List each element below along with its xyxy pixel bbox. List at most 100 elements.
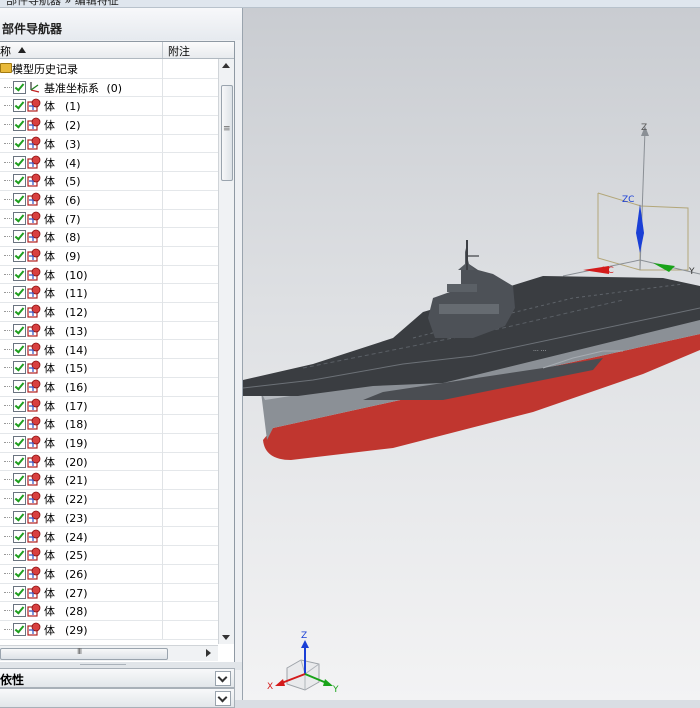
tree-node-body[interactable]: 体 (7) — [0, 208, 218, 229]
tree-node-body[interactable]: 体 (25) — [0, 545, 218, 565]
tree-node-model-history[interactable]: 模型历史记录 — [0, 59, 218, 79]
solid-body-icon — [27, 267, 41, 281]
visibility-checkbox[interactable] — [13, 585, 26, 599]
vertical-scroll-thumb[interactable] — [221, 85, 233, 181]
visibility-checkbox[interactable] — [13, 566, 26, 580]
scroll-right-arrow-icon[interactable] — [206, 649, 211, 657]
visibility-checkbox[interactable] — [13, 510, 26, 524]
visibility-checkbox[interactable] — [13, 249, 26, 262]
tree-node-index: (25) — [65, 549, 88, 563]
visibility-checkbox[interactable] — [13, 529, 26, 543]
tree-node-index: (23) — [65, 511, 88, 525]
column-notes-header[interactable]: 附注 — [168, 43, 190, 59]
visibility-checkbox[interactable] — [13, 379, 26, 393]
tree-node-label: 体 — [44, 549, 55, 563]
tree-node-body[interactable]: 体 (8) — [0, 227, 218, 247]
graphics-viewport[interactable]: Z ZC XC Y ··· ··· Z X Y — [243, 8, 700, 700]
tree-node-body[interactable]: 体 (12) — [0, 302, 218, 322]
view-triad[interactable]: Z X Y — [267, 631, 339, 695]
tree-node-body[interactable]: 体 (24) — [0, 526, 218, 547]
column-name-header[interactable]: 称 — [0, 42, 163, 58]
tree-node-index: (15) — [65, 362, 88, 376]
tree-node-label: 体 — [44, 624, 55, 637]
tree-node-body[interactable]: 体 (5) — [0, 171, 218, 191]
visibility-checkbox[interactable] — [13, 211, 26, 225]
visibility-checkbox[interactable] — [13, 398, 26, 412]
tree-node-body[interactable]: 体 (22) — [0, 489, 218, 509]
tree-node-body[interactable]: 体 (2) — [0, 115, 218, 135]
tree-node-body[interactable]: 体 (14) — [0, 339, 218, 360]
visibility-checkbox[interactable] — [13, 99, 26, 113]
visibility-checkbox[interactable] — [13, 305, 26, 319]
scroll-up-arrow-icon[interactable] — [222, 63, 230, 68]
visibility-checkbox[interactable] — [13, 174, 26, 188]
tree-node-body[interactable]: 体 (27) — [0, 582, 218, 603]
visibility-checkbox[interactable] — [13, 286, 26, 300]
tree-node-body[interactable]: 体 (18) — [0, 414, 218, 434]
visibility-checkbox[interactable] — [13, 548, 26, 562]
aircraft-carrier-model[interactable]: ··· ··· — [243, 240, 700, 460]
chevron-down-icon[interactable] — [215, 671, 231, 686]
visibility-checkbox[interactable] — [13, 342, 26, 356]
tree-node-index: (24) — [65, 530, 88, 544]
tree-node-body[interactable]: 体 (20) — [0, 451, 218, 472]
scroll-down-arrow-icon[interactable] — [222, 635, 230, 640]
tree-node-body[interactable]: 体 (10) — [0, 264, 218, 285]
solid-body-icon — [27, 192, 41, 206]
tree-node-body[interactable]: 体 (19) — [0, 433, 218, 453]
chevron-down-icon[interactable] — [215, 691, 231, 706]
tree-node-body[interactable]: 体 (26) — [0, 563, 218, 584]
title-bar: 部件导航器 » 编辑特征 — [0, 0, 700, 8]
tree-node-body[interactable]: 体 (11) — [0, 283, 218, 304]
tree-node-datum-csys[interactable]: 基准坐标系 (0) — [0, 77, 218, 98]
vertical-scrollbar[interactable] — [218, 59, 234, 644]
datum-csys-icon — [30, 81, 40, 93]
tree-node-label: 体 — [44, 511, 55, 525]
tree-node-label: 体 — [44, 399, 55, 413]
visibility-checkbox[interactable] — [13, 604, 26, 618]
tree-node-body[interactable]: 体 (16) — [0, 376, 218, 397]
tree-node-body[interactable]: 体 (3) — [0, 133, 218, 154]
tree-node-body[interactable]: 体 (1) — [0, 96, 218, 117]
tree-node-index: (11) — [65, 287, 88, 301]
tree-node-body[interactable]: 体 (9) — [0, 246, 218, 266]
tree-node-body[interactable]: 体 (6) — [0, 189, 218, 210]
tree-node-body[interactable]: 体 (21) — [0, 470, 218, 491]
solid-body-icon — [27, 360, 41, 374]
tree-node-body[interactable]: 体 (28) — [0, 601, 218, 621]
visibility-checkbox[interactable] — [13, 155, 26, 169]
tree-node-body[interactable]: 体 (4) — [0, 152, 218, 173]
tree-node-label: 体 — [44, 268, 55, 282]
details-panel-header[interactable] — [0, 688, 235, 708]
tree-node-body[interactable]: 体 (17) — [0, 395, 218, 416]
visibility-checkbox[interactable] — [13, 230, 26, 244]
visibility-checkbox[interactable] — [13, 361, 26, 375]
visibility-checkbox[interactable] — [13, 118, 26, 132]
tree-node-body[interactable]: 体 (15) — [0, 358, 218, 378]
visibility-checkbox[interactable] — [13, 80, 26, 94]
dependencies-panel-header[interactable]: 依性 — [0, 668, 235, 688]
visibility-checkbox[interactable] — [13, 267, 26, 281]
visibility-checkbox[interactable] — [13, 473, 26, 487]
horizontal-scroll-thumb[interactable] — [0, 647, 168, 660]
visibility-checkbox[interactable] — [13, 323, 26, 337]
visibility-checkbox[interactable] — [13, 492, 26, 506]
tree-node-body[interactable]: 体 (13) — [0, 320, 218, 341]
visibility-checkbox[interactable] — [13, 623, 26, 636]
visibility-checkbox[interactable] — [13, 417, 26, 431]
solid-body-icon — [27, 342, 41, 356]
triad-z-arrow-icon — [301, 640, 309, 648]
tree-node-index: (28) — [65, 605, 88, 619]
visibility-checkbox[interactable] — [13, 436, 26, 449]
tree-node-body[interactable]: 体 (23) — [0, 507, 218, 528]
triad-y-arrow-icon — [323, 679, 333, 686]
solid-body-icon — [27, 98, 41, 112]
visibility-checkbox[interactable] — [13, 454, 26, 468]
visibility-checkbox[interactable] — [13, 192, 26, 206]
horizontal-scrollbar[interactable] — [0, 645, 218, 661]
visibility-checkbox[interactable] — [13, 136, 26, 150]
tree-node-label: 体 — [44, 212, 55, 226]
tree-node-body[interactable]: 体 (29) — [0, 620, 218, 640]
model-canvas[interactable]: Z ZC XC Y ··· ··· Z X Y — [243, 8, 700, 700]
tree-node-index: (22) — [65, 493, 88, 507]
